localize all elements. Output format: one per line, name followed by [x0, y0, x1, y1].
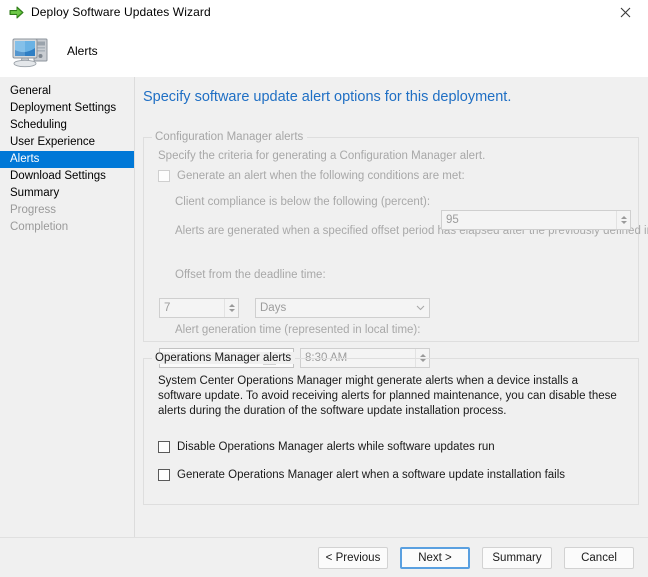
generate-om-alert-checkbox-row[interactable]: Generate Operations Manager alert when a… — [158, 469, 565, 481]
disable-om-alerts-checkbox-row[interactable]: Disable Operations Manager alerts while … — [158, 441, 495, 453]
spinner-down-icon[interactable] — [229, 309, 235, 312]
footer-button-bar: < Previous Next > Summary Cancel — [0, 538, 648, 577]
sidebar-item-download-settings[interactable]: Download Settings — [0, 168, 134, 185]
spinner-up-icon[interactable] — [229, 304, 235, 307]
offset-unit-value: Days — [256, 302, 411, 314]
client-compliance-spinner[interactable] — [616, 211, 630, 229]
sidebar-item-user-experience[interactable]: User Experience — [0, 134, 134, 151]
client-compliance-input[interactable]: 95 — [441, 210, 631, 230]
sidebar-item-general[interactable]: General — [0, 83, 134, 100]
om-description: System Center Operations Manager might g… — [158, 374, 624, 419]
cancel-button[interactable]: Cancel — [564, 547, 634, 569]
previous-button[interactable]: < Previous — [318, 547, 388, 569]
sidebar-item-summary[interactable]: Summary — [0, 185, 134, 202]
generate-alert-label: Generate an alert when the following con… — [177, 170, 465, 182]
disable-om-alerts-checkbox[interactable] — [158, 441, 170, 453]
generate-alert-checkbox-row[interactable]: Generate an alert when the following con… — [158, 170, 465, 182]
spinner-down-icon[interactable] — [621, 221, 627, 224]
generate-om-alert-label: Generate Operations Manager alert when a… — [177, 469, 565, 481]
disable-om-alerts-label: Disable Operations Manager alerts while … — [177, 441, 495, 453]
offset-value-input[interactable]: 7 — [159, 298, 239, 318]
summary-button[interactable]: Summary — [482, 547, 552, 569]
sidebar: General Deployment Settings Scheduling U… — [0, 77, 135, 577]
sidebar-item-scheduling[interactable]: Scheduling — [0, 117, 134, 134]
generate-om-alert-checkbox[interactable] — [158, 469, 170, 481]
content-pane: Specify software update alert options fo… — [135, 77, 648, 577]
sidebar-item-completion: Completion — [0, 219, 134, 236]
computer-icon — [9, 32, 53, 70]
sidebar-item-deployment-settings[interactable]: Deployment Settings — [0, 100, 134, 117]
operations-manager-alerts-group: Operations Manager alerts System Center … — [143, 358, 639, 505]
wizard-body: General Deployment Settings Scheduling U… — [0, 77, 648, 577]
offset-spinner[interactable] — [224, 299, 238, 317]
om-group-legend: Operations Manager alerts — [152, 352, 295, 364]
wizard-header: Alerts — [0, 24, 648, 77]
page-title: Alerts — [67, 44, 98, 58]
green-arrow-icon — [8, 4, 24, 20]
sidebar-item-progress: Progress — [0, 202, 134, 219]
compliance-label: Client compliance is below the following… — [175, 196, 430, 208]
spinner-up-icon[interactable] — [621, 216, 627, 219]
close-button[interactable] — [603, 0, 648, 24]
offset-label: Offset from the deadline time: — [175, 269, 326, 281]
offset-value: 7 — [160, 302, 224, 314]
spinner-up-icon[interactable] — [420, 354, 426, 357]
window-title: Deploy Software Updates Wizard — [31, 5, 211, 19]
alert-generation-time-label: Alert generation time (represented in lo… — [175, 324, 420, 336]
title-bar: Deploy Software Updates Wizard — [0, 0, 648, 24]
client-compliance-value: 95 — [442, 214, 616, 226]
content-heading: Specify software update alert options fo… — [135, 77, 648, 105]
sidebar-item-alerts[interactable]: Alerts — [0, 151, 134, 168]
next-button[interactable]: Next > — [400, 547, 470, 569]
offset-unit-select[interactable]: Days — [255, 298, 430, 318]
cm-group-legend: Configuration Manager alerts — [152, 131, 307, 143]
cm-description: Specify the criteria for generating a Co… — [158, 150, 485, 162]
chevron-down-icon[interactable] — [411, 305, 429, 311]
generate-alert-checkbox[interactable] — [158, 170, 170, 182]
close-icon — [620, 7, 631, 18]
